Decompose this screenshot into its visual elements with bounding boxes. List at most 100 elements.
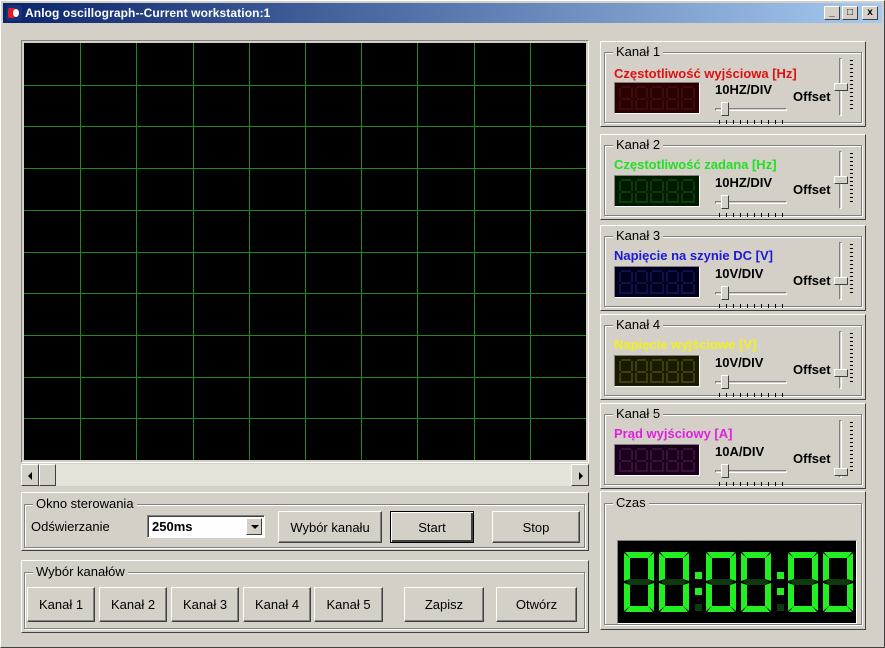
scroll-thumb[interactable]	[39, 464, 56, 486]
offset-slider[interactable]	[834, 151, 858, 209]
offset-slider[interactable]	[834, 331, 858, 389]
scale-label: 10HZ/DIV	[715, 82, 773, 97]
channel-3-button[interactable]: Kanał 3	[171, 587, 239, 622]
segment-digit	[634, 179, 649, 203]
offset-slider-track	[839, 242, 842, 300]
horizontal-scrollbar[interactable]	[21, 464, 589, 486]
offset-label: Offset	[793, 182, 831, 197]
segment-digit	[681, 448, 695, 472]
scope-grid	[24, 43, 586, 460]
clock-segment	[788, 583, 794, 611]
clock-segment	[707, 552, 735, 558]
scale-slider-ticks	[719, 393, 783, 397]
scale-label: 10V/DIV	[715, 355, 764, 370]
stop-button[interactable]: Stop	[492, 511, 580, 543]
clock-segment	[743, 579, 769, 585]
scroll-right-button[interactable]	[571, 464, 589, 486]
clock-segment	[824, 606, 852, 612]
minimize-button[interactable]: _	[824, 6, 840, 20]
segment-digit	[665, 359, 680, 383]
channel-2-button[interactable]: Kanał 2	[99, 587, 167, 622]
clock-colon-dot	[695, 588, 702, 595]
channel-value-display	[614, 444, 700, 476]
clock-segment	[812, 583, 818, 611]
clock-segment	[708, 579, 734, 585]
channel-legend: Kanał 1	[613, 44, 664, 59]
offset-slider[interactable]	[834, 420, 858, 478]
segment-digit	[650, 86, 664, 110]
scale-slider-ticks	[719, 213, 783, 217]
channel-3-panel: Kanał 3 Napięcie na szynie DC [V] 10V/DI…	[604, 228, 862, 308]
scale-slider-thumb[interactable]	[721, 102, 729, 116]
title-bar[interactable]: Anlog oscillograph--Current workstation:…	[3, 3, 882, 23]
offset-slider-thumb[interactable]	[834, 176, 848, 184]
channel-panel-legend: Wybór kanałów	[33, 564, 128, 579]
scale-slider-thumb[interactable]	[721, 286, 729, 300]
channel-1-button[interactable]: Kanał 1	[27, 587, 95, 622]
clock-segment	[706, 553, 712, 581]
clock-segment	[847, 553, 853, 581]
clock-segment	[730, 583, 736, 611]
channel-legend: Kanał 2	[613, 137, 664, 152]
clock-segment	[683, 553, 689, 581]
offset-slider-thumb[interactable]	[834, 277, 848, 285]
segment-digit	[665, 86, 680, 110]
start-button[interactable]: Start	[390, 511, 474, 543]
clock-segment	[624, 553, 630, 581]
segment-digit	[650, 359, 664, 383]
clock-segment	[741, 553, 747, 581]
offset-slider-thumb[interactable]	[834, 468, 848, 476]
scale-slider-ticks	[719, 120, 783, 124]
refresh-label: Odświerzanie	[31, 519, 110, 534]
clock-segment	[626, 579, 652, 585]
segment-digit	[619, 270, 633, 294]
scale-label: 10HZ/DIV	[715, 175, 773, 190]
clock-segment	[659, 553, 665, 581]
clock-segment	[683, 583, 689, 611]
refresh-select[interactable]: 250ms	[147, 515, 265, 538]
clock-segment	[790, 579, 816, 585]
offset-slider[interactable]	[834, 58, 858, 116]
offset-slider-thumb[interactable]	[834, 369, 848, 377]
channel-title: Napięcie wyjściowe [V]	[614, 337, 757, 352]
save-button[interactable]: Zapisz	[404, 587, 484, 622]
maximize-button[interactable]: □	[842, 6, 858, 20]
clock-segment	[707, 606, 735, 612]
offset-slider-thumb[interactable]	[834, 83, 848, 91]
offset-slider-ticks	[850, 60, 853, 112]
scale-slider-thumb[interactable]	[721, 195, 729, 209]
app-icon	[6, 5, 22, 21]
offset-slider[interactable]	[834, 242, 858, 300]
clock-segment	[659, 583, 665, 611]
close-button[interactable]: x	[862, 6, 878, 20]
offset-label: Offset	[793, 362, 831, 377]
channel-5-button[interactable]: Kanał 5	[314, 587, 383, 622]
arrow-right-icon	[579, 472, 583, 480]
clock-panel: Czas	[604, 495, 862, 625]
clock-legend: Czas	[613, 495, 649, 510]
clock-segment	[625, 552, 653, 558]
scale-slider-thumb[interactable]	[721, 464, 729, 478]
scale-label: 10V/DIV	[715, 266, 764, 281]
channel-4-button[interactable]: Kanał 4	[243, 587, 311, 622]
channel-5-panel: Kanał 5 Prąd wyjściowy [A] 10A/DIV Offse…	[604, 406, 862, 486]
clock-segment	[789, 552, 817, 558]
clock-segment	[648, 583, 654, 611]
channel-1-panel: Kanał 1 Częstotliwość wyjściowa [Hz] 10H…	[604, 44, 862, 124]
channel-4-panel: Kanał 4 Napięcie wyjściowe [V] 10V/DIV O…	[604, 317, 862, 397]
segment-digit	[634, 270, 649, 294]
scroll-left-button[interactable]	[21, 464, 39, 486]
channel-legend: Kanał 5	[613, 406, 664, 421]
segment-digit	[634, 86, 649, 110]
clock-segment	[706, 583, 712, 611]
channel-value-display	[614, 266, 700, 298]
channel-title: Napięcie na szynie DC [V]	[614, 248, 773, 263]
channel-value-display	[614, 82, 700, 114]
clock-segment	[812, 553, 818, 581]
clock-segment	[624, 583, 630, 611]
open-button[interactable]: Otwórz	[496, 587, 577, 622]
channel-select-button[interactable]: Wybór kanału	[278, 511, 382, 543]
chevron-down-icon[interactable]	[246, 518, 262, 535]
scale-slider-thumb[interactable]	[721, 375, 729, 389]
segment-digit	[681, 86, 695, 110]
